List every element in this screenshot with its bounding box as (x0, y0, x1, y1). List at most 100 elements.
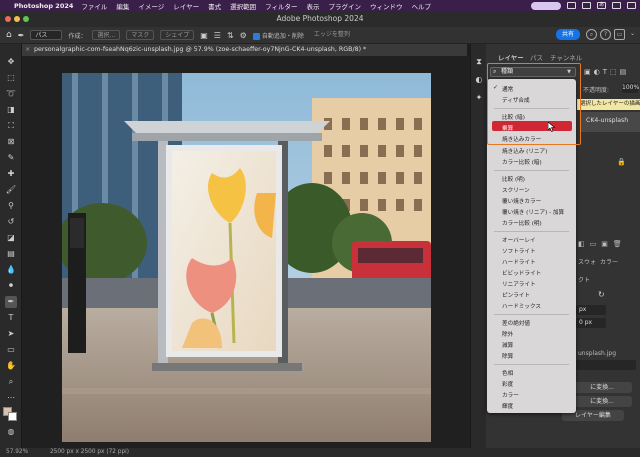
auto-add-delete-checkbox[interactable]: 自動追加・削除 (252, 31, 304, 40)
properties-select[interactable] (576, 360, 636, 370)
quick-mask-icon[interactable]: ◍ (5, 426, 17, 438)
grid-icon[interactable] (567, 2, 576, 9)
blend-subtract[interactable]: 減算 (502, 341, 513, 349)
gradient-tool-icon[interactable]: ▤ (5, 248, 17, 260)
crop-tool-icon[interactable]: ⛶ (5, 120, 17, 132)
px-field-2[interactable]: 0 px (576, 318, 606, 328)
blend-vivid-light[interactable]: ビビッドライト (502, 269, 541, 277)
panel-menu-icon[interactable]: ⌄ (627, 29, 638, 40)
brush-tool-icon[interactable]: 🖌 (5, 184, 17, 196)
blend-hue[interactable]: 色相 (502, 369, 513, 377)
blend-luminosity[interactable]: 輝度 (502, 402, 513, 410)
path-ops-icon[interactable]: ▣ (200, 31, 208, 40)
properties-tab-color[interactable]: カラー (600, 257, 618, 266)
shape-button[interactable]: シェイプ (160, 30, 195, 40)
type-tool-icon[interactable]: T (5, 312, 17, 324)
convert-button-1[interactable]: に変換... (572, 382, 632, 393)
menu-help[interactable]: ヘルプ (411, 1, 431, 11)
settings-gear-icon[interactable]: ⚙ (240, 31, 247, 40)
menu-file[interactable]: ファイル (81, 1, 107, 11)
ime-indicator[interactable]: あ (597, 2, 606, 9)
blend-color-dodge[interactable]: 覆い焼きカラー (502, 197, 541, 205)
opacity-field[interactable]: 100% (622, 83, 639, 93)
blend-lighter-color[interactable]: カラー比較 (明) (502, 219, 542, 227)
menu-select[interactable]: 選択範囲 (230, 1, 256, 11)
blend-exclusion[interactable]: 除外 (502, 330, 513, 338)
rectangle-tool-icon[interactable]: ▭ (5, 344, 17, 356)
wifi-icon[interactable] (612, 2, 621, 9)
move-tool-icon[interactable]: ✥ (5, 56, 17, 68)
search-icon[interactable]: ⌕ (586, 29, 597, 40)
more-tools-icon[interactable]: ⋯ (5, 392, 17, 404)
stamp-tool-icon[interactable]: ⚲ (5, 200, 17, 212)
object-select-tool-icon[interactable]: ◨ (5, 104, 17, 116)
zoom-window-icon[interactable] (23, 16, 29, 22)
blend-color[interactable]: カラー (502, 391, 519, 399)
eyedropper-tool-icon[interactable]: ✎ (5, 152, 17, 164)
close-window-icon[interactable] (5, 16, 11, 22)
layer-name[interactable]: CK4-unsplash (586, 117, 628, 124)
path-mode-select[interactable]: パス (30, 30, 63, 40)
background-color-swatch[interactable] (8, 412, 17, 421)
help-icon[interactable]: ? (600, 29, 611, 40)
layer-filter-icons[interactable]: ▣◐T⬚▤ (584, 68, 629, 76)
menu-type[interactable]: 書式 (208, 1, 221, 11)
share-button[interactable]: 共有 (556, 29, 580, 40)
reset-icon[interactable]: ↻ (598, 290, 605, 299)
tab-paths[interactable]: パス (530, 52, 543, 62)
status-pill-icon[interactable] (531, 1, 561, 10)
blend-divide[interactable]: 除算 (502, 352, 513, 360)
arrange-icon[interactable]: ⇅ (227, 31, 234, 40)
blend-soft-light[interactable]: ソフトライト (502, 247, 536, 255)
brush-panel-icon[interactable]: ✦ (473, 92, 485, 104)
align-icon[interactable]: ☰ (214, 31, 221, 40)
menu-edit[interactable]: 編集 (116, 1, 129, 11)
menu-layer[interactable]: レイヤー (173, 1, 199, 11)
blend-hard-light[interactable]: ハードライト (502, 258, 536, 266)
menu-window[interactable]: ウィンドウ (370, 1, 403, 11)
blend-lighten[interactable]: 比較 (明) (502, 175, 525, 183)
zoom-level[interactable]: 57.92% (6, 449, 28, 455)
zoom-tool-icon[interactable]: ⌕ (5, 376, 17, 388)
properties-tab-swatches[interactable]: スウォ (578, 257, 596, 266)
adjustments-panel-icon[interactable]: ◐ (473, 74, 485, 86)
shield-icon[interactable] (582, 2, 591, 9)
blend-linear-dodge[interactable]: 覆い焼き (リニア) - 加算 (502, 208, 564, 216)
dodge-tool-icon[interactable]: ⚫ (5, 280, 17, 292)
pen-tool-icon[interactable]: ✒ (18, 31, 25, 40)
history-panel-icon[interactable]: ⧗ (473, 56, 485, 68)
path-select-tool-icon[interactable]: ➤ (5, 328, 17, 340)
healing-brush-icon[interactable]: ✚ (5, 168, 17, 180)
document-tab[interactable]: × personalgraphic-com-fseahNq6zic-unspla… (22, 44, 467, 56)
tab-layers[interactable]: レイヤー (498, 52, 524, 62)
hand-tool-icon[interactable]: ✋ (5, 360, 17, 372)
close-tab-icon[interactable]: × (25, 44, 30, 56)
convert-button-2[interactable]: に変換... (572, 396, 632, 407)
marquee-tool-icon[interactable]: ⬚ (5, 72, 17, 84)
blend-darker-color[interactable]: カラー比較 (暗) (502, 158, 542, 166)
blend-hard-mix[interactable]: ハードミックス (502, 302, 541, 310)
app-name[interactable]: Photoshop 2024 (14, 2, 73, 10)
blend-linear-light[interactable]: リニアライト (502, 280, 536, 288)
history-brush-icon[interactable]: ↺ (5, 216, 17, 228)
blend-pin-light[interactable]: ピンライト (502, 291, 530, 299)
home-icon[interactable]: ⌂ (6, 30, 12, 40)
minimize-window-icon[interactable] (14, 16, 20, 22)
blend-overlay[interactable]: オーバーレイ (502, 236, 536, 244)
eraser-tool-icon[interactable]: ◪ (5, 232, 17, 244)
blend-saturation[interactable]: 彩度 (502, 380, 513, 388)
blur-tool-icon[interactable]: 💧 (5, 264, 17, 276)
lasso-tool-icon[interactable]: ➰ (5, 88, 17, 100)
px-field-1[interactable]: px (576, 305, 606, 315)
frame-tool-icon[interactable]: ⊠ (5, 136, 17, 148)
pen-tool-icon[interactable]: ✒ (5, 296, 17, 308)
layer-actions-icons[interactable]: ◧▭▣🗑 (578, 240, 627, 248)
battery-icon[interactable] (627, 2, 636, 9)
blend-screen[interactable]: スクリーン (502, 186, 530, 194)
layer-lock-icon[interactable]: 🔒 (617, 158, 626, 166)
align-edges-button[interactable]: エッジを整列 (310, 30, 354, 40)
blend-linear-burn[interactable]: 焼き込み (リニア) (502, 147, 547, 155)
document-canvas[interactable] (62, 73, 431, 442)
menu-filter[interactable]: フィルター (265, 1, 297, 11)
mask-button[interactable]: マスク (126, 30, 155, 40)
